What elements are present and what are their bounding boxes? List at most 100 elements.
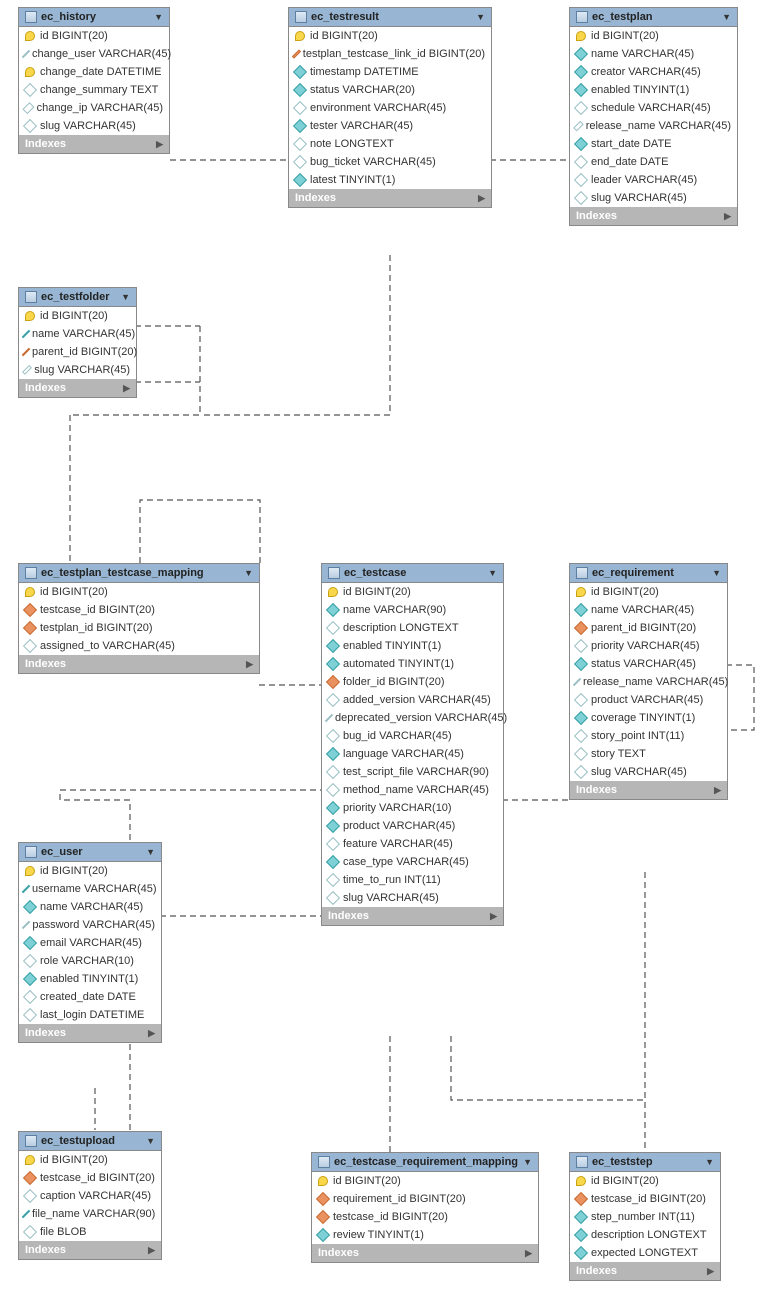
column-row[interactable]: creator VARCHAR(45) xyxy=(570,63,737,81)
table-ec-testfolder[interactable]: ec_testfolder ▼ id BIGINT(20)name VARCHA… xyxy=(18,287,137,398)
table-header[interactable]: ec_testcase ▼ xyxy=(322,564,503,583)
table-ec-history[interactable]: ec_history ▼ id BIGINT(20)change_user VA… xyxy=(18,7,170,154)
column-row[interactable]: username VARCHAR(45) xyxy=(19,880,161,898)
column-row[interactable]: file BLOB xyxy=(19,1223,161,1241)
column-row[interactable]: name VARCHAR(45) xyxy=(19,898,161,916)
column-row[interactable]: testcase_id BIGINT(20) xyxy=(312,1208,538,1226)
column-row[interactable]: language VARCHAR(45) xyxy=(322,745,503,763)
column-row[interactable]: start_date DATE xyxy=(570,135,737,153)
column-row[interactable]: step_number INT(11) xyxy=(570,1208,720,1226)
table-header[interactable]: ec_user ▼ xyxy=(19,843,161,862)
column-row[interactable]: enabled TINYINT(1) xyxy=(19,970,161,988)
column-row[interactable]: automated TINYINT(1) xyxy=(322,655,503,673)
column-row[interactable]: parent_id BIGINT(20) xyxy=(19,343,136,361)
column-row[interactable]: id BIGINT(20) xyxy=(570,583,727,601)
column-row[interactable]: coverage TINYINT(1) xyxy=(570,709,727,727)
column-row[interactable]: requirement_id BIGINT(20) xyxy=(312,1190,538,1208)
indexes-row[interactable]: Indexes▶ xyxy=(19,655,259,673)
table-ec-testupload[interactable]: ec_testupload ▼ id BIGINT(20)testcase_id… xyxy=(18,1131,162,1260)
column-row[interactable]: change_date DATETIME xyxy=(19,63,169,81)
column-row[interactable]: name VARCHAR(45) xyxy=(570,45,737,63)
column-row[interactable]: enabled TINYINT(1) xyxy=(570,81,737,99)
collapse-icon[interactable]: ▼ xyxy=(154,12,163,22)
column-row[interactable]: description LONGTEXT xyxy=(570,1226,720,1244)
column-row[interactable]: change_user VARCHAR(45) xyxy=(19,45,169,63)
table-header[interactable]: ec_testresult ▼ xyxy=(289,8,491,27)
indexes-row[interactable]: Indexes▶ xyxy=(19,379,136,397)
column-row[interactable]: case_type VARCHAR(45) xyxy=(322,853,503,871)
column-row[interactable]: id BIGINT(20) xyxy=(19,1151,161,1169)
indexes-row[interactable]: Indexes▶ xyxy=(322,907,503,925)
column-row[interactable]: tester VARCHAR(45) xyxy=(289,117,491,135)
table-ec-testplan[interactable]: ec_testplan ▼ id BIGINT(20)name VARCHAR(… xyxy=(569,7,738,226)
column-row[interactable]: password VARCHAR(45) xyxy=(19,916,161,934)
column-row[interactable]: story TEXT xyxy=(570,745,727,763)
collapse-icon[interactable]: ▼ xyxy=(244,568,253,578)
indexes-row[interactable]: Indexes▶ xyxy=(570,1262,720,1280)
column-row[interactable]: id BIGINT(20) xyxy=(19,307,136,325)
collapse-icon[interactable]: ▼ xyxy=(476,12,485,22)
column-row[interactable]: assigned_to VARCHAR(45) xyxy=(19,637,259,655)
collapse-icon[interactable]: ▼ xyxy=(488,568,497,578)
column-row[interactable]: id BIGINT(20) xyxy=(570,1172,720,1190)
column-row[interactable]: status VARCHAR(20) xyxy=(289,81,491,99)
column-row[interactable]: feature VARCHAR(45) xyxy=(322,835,503,853)
table-header[interactable]: ec_teststep ▼ xyxy=(570,1153,720,1172)
indexes-row[interactable]: Indexes▶ xyxy=(289,189,491,207)
column-row[interactable]: file_name VARCHAR(90) xyxy=(19,1205,161,1223)
column-row[interactable]: name VARCHAR(45) xyxy=(570,601,727,619)
column-row[interactable]: release_name VARCHAR(45) xyxy=(570,117,737,135)
column-row[interactable]: name VARCHAR(45) xyxy=(19,325,136,343)
table-ec-teststep[interactable]: ec_teststep ▼ id BIGINT(20)testcase_id B… xyxy=(569,1152,721,1281)
column-row[interactable]: testplan_id BIGINT(20) xyxy=(19,619,259,637)
column-row[interactable]: description LONGTEXT xyxy=(322,619,503,637)
table-header[interactable]: ec_testplan ▼ xyxy=(570,8,737,27)
table-header[interactable]: ec_testupload ▼ xyxy=(19,1132,161,1151)
table-header[interactable]: ec_requirement ▼ xyxy=(570,564,727,583)
column-row[interactable]: environment VARCHAR(45) xyxy=(289,99,491,117)
table-ec-testcase-requirement-mapping[interactable]: ec_testcase_requirement_mapping ▼ id BIG… xyxy=(311,1152,539,1263)
column-row[interactable]: leader VARCHAR(45) xyxy=(570,171,737,189)
column-row[interactable]: testcase_id BIGINT(20) xyxy=(570,1190,720,1208)
column-row[interactable]: slug VARCHAR(45) xyxy=(570,189,737,207)
table-ec-testresult[interactable]: ec_testresult ▼ id BIGINT(20)testplan_te… xyxy=(288,7,492,208)
column-row[interactable]: id BIGINT(20) xyxy=(322,583,503,601)
column-row[interactable]: folder_id BIGINT(20) xyxy=(322,673,503,691)
column-row[interactable]: id BIGINT(20) xyxy=(19,27,169,45)
column-row[interactable]: name VARCHAR(90) xyxy=(322,601,503,619)
collapse-icon[interactable]: ▼ xyxy=(146,847,155,857)
indexes-row[interactable]: Indexes▶ xyxy=(19,1024,161,1042)
column-row[interactable]: expected LONGTEXT xyxy=(570,1244,720,1262)
column-row[interactable]: deprecated_version VARCHAR(45) xyxy=(322,709,503,727)
collapse-icon[interactable]: ▼ xyxy=(712,568,721,578)
column-row[interactable]: test_script_file VARCHAR(90) xyxy=(322,763,503,781)
indexes-row[interactable]: Indexes▶ xyxy=(570,781,727,799)
column-row[interactable]: created_date DATE xyxy=(19,988,161,1006)
column-row[interactable]: last_login DATETIME xyxy=(19,1006,161,1024)
column-row[interactable]: parent_id BIGINT(20) xyxy=(570,619,727,637)
column-row[interactable]: slug VARCHAR(45) xyxy=(19,361,136,379)
collapse-icon[interactable]: ▼ xyxy=(523,1157,532,1167)
column-row[interactable]: id BIGINT(20) xyxy=(312,1172,538,1190)
column-row[interactable]: testplan_testcase_link_id BIGINT(20) xyxy=(289,45,491,63)
column-row[interactable]: schedule VARCHAR(45) xyxy=(570,99,737,117)
column-row[interactable]: caption VARCHAR(45) xyxy=(19,1187,161,1205)
column-row[interactable]: added_version VARCHAR(45) xyxy=(322,691,503,709)
column-row[interactable]: id BIGINT(20) xyxy=(289,27,491,45)
column-row[interactable]: bug_id VARCHAR(45) xyxy=(322,727,503,745)
column-row[interactable]: enabled TINYINT(1) xyxy=(322,637,503,655)
column-row[interactable]: end_date DATE xyxy=(570,153,737,171)
column-row[interactable]: method_name VARCHAR(45) xyxy=(322,781,503,799)
table-ec-requirement[interactable]: ec_requirement ▼ id BIGINT(20)name VARCH… xyxy=(569,563,728,800)
collapse-icon[interactable]: ▼ xyxy=(121,292,130,302)
column-row[interactable]: status VARCHAR(45) xyxy=(570,655,727,673)
table-ec-testcase[interactable]: ec_testcase ▼ id BIGINT(20)name VARCHAR(… xyxy=(321,563,504,926)
column-row[interactable]: slug VARCHAR(45) xyxy=(570,763,727,781)
column-row[interactable]: product VARCHAR(45) xyxy=(570,691,727,709)
column-row[interactable]: product VARCHAR(45) xyxy=(322,817,503,835)
column-row[interactable]: slug VARCHAR(45) xyxy=(19,117,169,135)
column-row[interactable]: timestamp DATETIME xyxy=(289,63,491,81)
column-row[interactable]: bug_ticket VARCHAR(45) xyxy=(289,153,491,171)
table-ec-testplan-testcase-mapping[interactable]: ec_testplan_testcase_mapping ▼ id BIGINT… xyxy=(18,563,260,674)
column-row[interactable]: story_point INT(11) xyxy=(570,727,727,745)
